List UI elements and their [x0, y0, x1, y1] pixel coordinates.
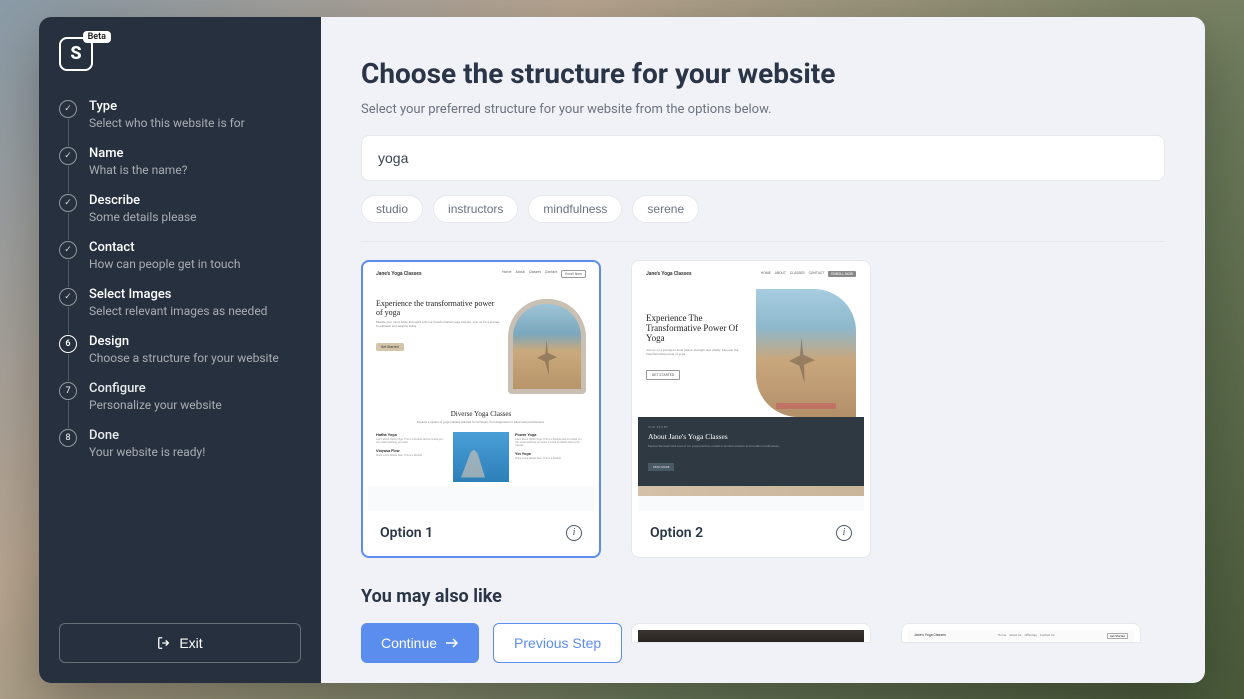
option-card-2[interactable]: Jane's Yoga Classes HOME ABOUT CLASSES C…	[631, 260, 871, 558]
preview-hero-desc: Elevate your mind, body, and spirit with…	[376, 321, 502, 329]
step-desc: Some details please	[89, 210, 301, 224]
options-row: Jane's Yoga Classes Home About Classes C…	[361, 260, 1165, 558]
option-preview: Jane's Yoga Classes Home About Classes C…	[368, 267, 594, 511]
main-panel: Choose the structure for your website Se…	[321, 17, 1205, 683]
step-number-icon: 8	[59, 429, 77, 447]
also-like-heading: You may also like	[361, 586, 1165, 607]
step-title: Done	[89, 428, 301, 443]
check-icon	[59, 241, 77, 259]
step-number-icon: 6	[59, 335, 77, 353]
preview-image	[453, 432, 509, 482]
check-icon	[59, 288, 77, 306]
step-desc: Select who this website is for	[89, 116, 301, 130]
step-title: Contact	[89, 240, 301, 255]
tag-instructors[interactable]: instructors	[433, 195, 518, 223]
steps-list: Type Select who this website is for Name…	[59, 99, 301, 623]
preview-dark-label: OUR STORY	[648, 425, 854, 429]
step-design[interactable]: 6 Design Choose a structure for your web…	[59, 334, 301, 365]
step-title: Select Images	[89, 287, 301, 302]
info-icon[interactable]: i	[566, 525, 582, 541]
app-window: S Beta Type Select who this website is f…	[39, 17, 1205, 683]
preview-brand: Jane's Yoga Classes	[376, 271, 422, 277]
also-card[interactable]: Jane's Yoga Classes Home About Us Offeri…	[901, 623, 1141, 643]
exit-button[interactable]: Exit	[59, 623, 301, 663]
check-icon	[59, 100, 77, 118]
step-title: Design	[89, 334, 301, 349]
exit-label: Exit	[179, 635, 202, 651]
step-select-images[interactable]: Select Images Select relevant images as …	[59, 287, 301, 318]
also-card[interactable]	[631, 623, 871, 643]
preview-nav: Home About Classes Contact Enroll Now	[502, 270, 586, 278]
check-icon	[59, 194, 77, 212]
preview-strip	[638, 486, 864, 496]
preview-dark-title: About Jane's Yoga Classes	[648, 432, 854, 441]
option-label: Option 2	[650, 525, 703, 541]
step-name[interactable]: Name What is the name?	[59, 146, 301, 177]
step-number-icon: 7	[59, 382, 77, 400]
divider	[361, 241, 1165, 242]
page-title: Choose the structure for your website	[361, 57, 1165, 90]
step-desc: Select relevant images as needed	[89, 304, 301, 318]
continue-button[interactable]: Continue	[361, 623, 479, 663]
footer-buttons: Continue Previous Step	[361, 613, 622, 663]
logo-icon: S Beta	[59, 37, 93, 71]
preview-mid-desc: Explore a variety of yoga classes tailor…	[376, 420, 586, 424]
tags-row: studio instructors mindfulness serene	[361, 195, 1165, 223]
step-title: Configure	[89, 381, 301, 396]
preview-hero-image	[756, 289, 856, 417]
preview-nav: HOME ABOUT CLASSES CONTACT ENROLL NOW	[761, 271, 856, 277]
preview-hero-title: Experience The Transformative Power Of Y…	[646, 313, 750, 344]
continue-label: Continue	[381, 635, 437, 651]
step-configure[interactable]: 7 Configure Personalize your website	[59, 381, 301, 412]
step-done[interactable]: 8 Done Your website is ready!	[59, 428, 301, 459]
preview-mid-title: Diverse Yoga Classes	[376, 410, 586, 418]
preview-thumb: Jane's Yoga Classes Home About Us Offeri…	[908, 630, 1134, 642]
preview-hero-title: Experience the transformative power of y…	[376, 299, 502, 317]
tag-mindfulness[interactable]: mindfulness	[528, 195, 622, 223]
step-title: Name	[89, 146, 301, 161]
preview-dark-button: READ MORE	[648, 463, 674, 471]
preview-hero-desc: Join us on a journey to inner peace, str…	[646, 348, 750, 356]
preview-thumb	[638, 630, 864, 642]
step-title: Type	[89, 99, 301, 114]
preview-button: GET STARTED	[646, 370, 680, 380]
option-label: Option 1	[380, 525, 433, 541]
search-input[interactable]	[361, 135, 1165, 181]
option-footer: Option 1 i	[368, 511, 594, 551]
step-desc: How can people get in touch	[89, 257, 301, 271]
previous-step-button[interactable]: Previous Step	[493, 623, 622, 663]
page-subtitle: Select your preferred structure for your…	[361, 102, 1165, 117]
step-describe[interactable]: Describe Some details please	[59, 193, 301, 224]
step-type[interactable]: Type Select who this website is for	[59, 99, 301, 130]
option-footer: Option 2 i	[638, 511, 864, 551]
tag-serene[interactable]: serene	[632, 195, 699, 223]
check-icon	[59, 147, 77, 165]
step-title: Describe	[89, 193, 301, 208]
preview-dark-desc: Explore the heart and soul of our yoga p…	[648, 444, 854, 448]
preview-hero-image	[508, 299, 586, 394]
sidebar: S Beta Type Select who this website is f…	[39, 17, 321, 683]
info-icon[interactable]: i	[836, 525, 852, 541]
preview-button: Get Started	[376, 343, 404, 351]
tag-studio[interactable]: studio	[361, 195, 423, 223]
step-contact[interactable]: Contact How can people get in touch	[59, 240, 301, 271]
option-card-1[interactable]: Jane's Yoga Classes Home About Classes C…	[361, 260, 601, 558]
beta-badge: Beta	[83, 31, 111, 43]
preview-brand: Jane's Yoga Classes	[646, 271, 692, 277]
option-preview: Jane's Yoga Classes HOME ABOUT CLASSES C…	[638, 267, 864, 511]
step-desc: Personalize your website	[89, 398, 301, 412]
exit-icon	[157, 636, 171, 650]
step-desc: Your website is ready!	[89, 445, 301, 459]
step-desc: Choose a structure for your website	[89, 351, 301, 365]
step-desc: What is the name?	[89, 163, 301, 177]
logo-letter: S	[70, 43, 81, 64]
arrow-right-icon	[445, 638, 459, 648]
logo-area: S Beta	[59, 37, 301, 71]
